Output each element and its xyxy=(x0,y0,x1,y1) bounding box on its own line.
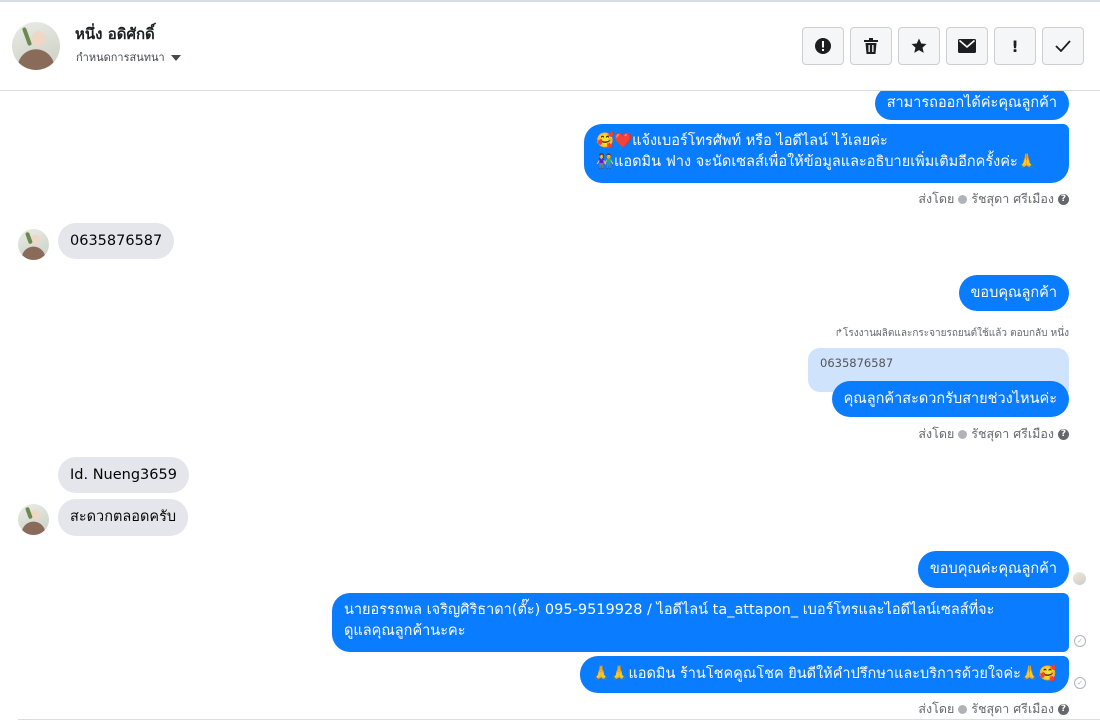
trash-icon xyxy=(864,38,878,54)
avatar[interactable] xyxy=(18,229,49,260)
quoted-text: 0635876587 xyxy=(820,356,894,370)
outgoing-message[interactable]: สามารถออกได้ค่ะคุณลูกค้า xyxy=(874,91,1069,120)
incoming-message[interactable]: 0635876587 xyxy=(58,223,175,259)
exclamation-icon: ! xyxy=(1011,36,1019,56)
star-button[interactable] xyxy=(898,27,940,65)
agent-name: รัชสุดา ศรีเมือง xyxy=(971,191,1054,206)
sent-by-label: ส่งโดย รัชสุดา ศรีเมือง ? xyxy=(918,424,1069,444)
mark-done-button[interactable] xyxy=(1042,27,1084,65)
incoming-message[interactable]: สะดวกตลอดครับ xyxy=(58,499,189,536)
outgoing-message[interactable]: นายอรรถพล เจริญศิริธาดา(ตั๊ะ) 095-951992… xyxy=(332,593,1069,652)
outgoing-message[interactable]: 🥰❤️แจ้งเบอร์โทรศัพท์ หรือ ไอดีไลน์ ไว้เล… xyxy=(584,124,1069,183)
agent-name: รัชสุดา ศรีเมือง xyxy=(971,426,1054,441)
message-line: นายอรรถพล เจริญศิริธาดา(ตั๊ะ) 095-951992… xyxy=(344,602,995,618)
schedule-label: กำหนดการสนทนา xyxy=(76,51,165,64)
delete-button[interactable] xyxy=(850,27,892,65)
caret-down-icon xyxy=(170,54,181,61)
check-icon xyxy=(1055,40,1071,52)
message-line: ดูแลคุณลูกค้านะคะ xyxy=(344,623,466,639)
composer-divider xyxy=(18,719,1100,720)
delivered-check-icon: ✓ xyxy=(1074,677,1086,689)
outgoing-message[interactable]: ขอบคุณลูกค้า xyxy=(958,275,1069,311)
help-icon[interactable]: ? xyxy=(1058,428,1069,440)
conversation-header: หนึ่ง อดิศักดิ์ กำหนดการสนทนา ! xyxy=(0,2,1100,91)
avatar[interactable] xyxy=(18,504,49,535)
agent-name: รัชสุดา ศรีเมือง xyxy=(971,701,1054,716)
alert-circle-icon xyxy=(815,38,831,54)
agent-avatar-icon xyxy=(958,429,968,439)
outgoing-message[interactable]: 🙏🙏แอดมิน ร้านโชคคูณโชค ยินดีให้คำปรึกษาแ… xyxy=(580,656,1069,693)
delivered-check-icon: ✓ xyxy=(1074,635,1086,647)
reply-context: ↱โรงงานผลิตและกระจายรถยนต์ใช้แล้ว ตอบกลั… xyxy=(834,328,1069,339)
help-icon[interactable]: ? xyxy=(1058,703,1069,715)
outgoing-message[interactable]: คุณลูกค้าสะดวกรับสายช่วงไหนค่ะ xyxy=(831,381,1069,417)
follow-up-button[interactable]: ! xyxy=(994,27,1036,65)
help-icon[interactable]: ? xyxy=(1058,193,1069,205)
mark-unread-button[interactable] xyxy=(946,27,988,65)
star-icon xyxy=(911,38,927,53)
sent-by-label: ส่งโดย รัชสุดา ศรีเมือง ? xyxy=(918,699,1069,719)
outgoing-message[interactable]: ขอบคุณค่ะคุณลูกค้า xyxy=(917,551,1069,588)
toolbar: ! xyxy=(802,27,1084,65)
mark-spam-button[interactable] xyxy=(802,27,844,65)
message-line: 🥰❤️แจ้งเบอร์โทรศัพท์ หรือ ไอดีไลน์ ไว้เล… xyxy=(596,133,888,149)
conversation-schedule-dropdown[interactable]: กำหนดการสนทนา xyxy=(76,48,181,66)
avatar[interactable] xyxy=(12,22,60,70)
seen-avatar-icon xyxy=(1073,572,1086,585)
message-line: 👫แอดมิน ฟาง จะนัดเซลส์เพื่อให้ข้อมูลและอ… xyxy=(596,154,1036,170)
message-thread[interactable]: สามารถออกได้ค่ะคุณลูกค้า 🥰❤️แจ้งเบอร์โทร… xyxy=(0,91,1100,721)
agent-avatar-icon xyxy=(958,704,968,714)
contact-name[interactable]: หนึ่ง อดิศักดิ์ xyxy=(75,22,155,46)
incoming-message[interactable]: Id. Nueng3659 xyxy=(58,457,189,493)
agent-avatar-icon xyxy=(958,194,968,204)
sent-by-label: ส่งโดย รัชสุดา ศรีเมือง ? xyxy=(918,189,1069,209)
envelope-icon xyxy=(958,39,976,53)
